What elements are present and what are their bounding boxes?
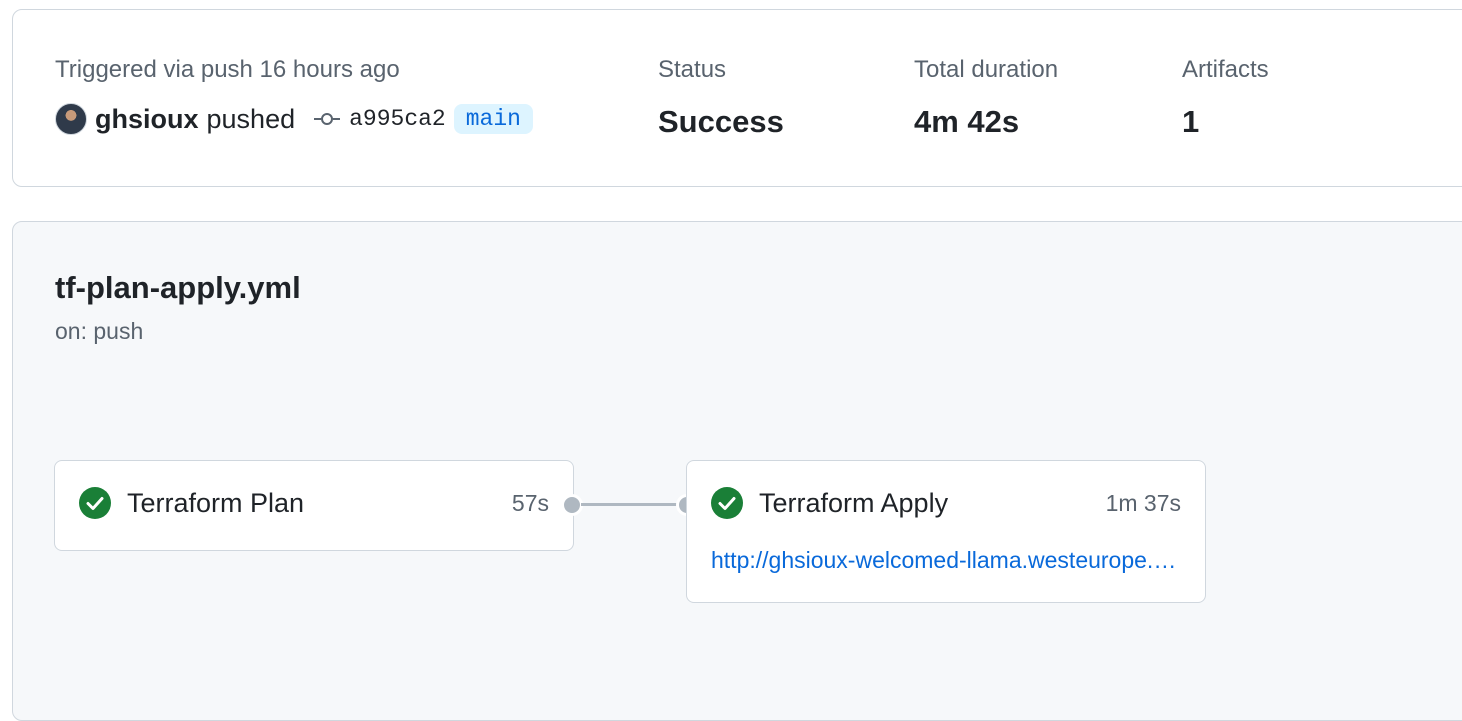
workflow-graph: tf-plan-apply.yml on: push Terraform Pla… [12,221,1462,721]
job-header: Terraform Apply 1m 37s [711,487,1181,519]
artifacts-label: Artifacts [1182,56,1269,83]
job-card-terraform-plan[interactable]: Terraform Plan 57s [54,460,574,551]
duration-value: 4m 42s [914,104,1020,139]
job-output-dot [561,494,583,516]
job-connector-line [581,503,691,506]
status-label: Status [658,56,727,83]
status-block: Status Success [658,56,784,140]
job-header: Terraform Plan 57s [79,487,549,519]
trigger-details: ghsioux pushed a995ca2 main [55,103,533,135]
environment-url-link[interactable]: http://ghsioux-welcomed-llama.westeurope… [711,547,1181,574]
check-circle-fill-icon [79,487,111,519]
workflow-trigger: on: push [55,318,144,344]
action-text: pushed [206,103,296,134]
artifacts-block: Artifacts 1 [1182,56,1269,140]
job-duration: 57s [511,489,549,516]
branch-badge[interactable]: main [453,104,533,134]
check-circle-fill-icon [711,487,743,519]
run-summary: Triggered via push 16 hours ago ghsioux … [12,9,1462,187]
commit-sha-link[interactable]: a995ca2 [349,106,446,132]
workflow-file-name[interactable]: tf-plan-apply.yml [55,270,301,306]
trigger-info: Triggered via push 16 hours ago [55,56,400,84]
avatar[interactable] [55,103,87,135]
actor-link[interactable]: ghsioux [95,104,199,135]
artifacts-count-link[interactable]: 1 [1182,104,1269,140]
status-value: Success [658,104,784,139]
job-card-terraform-apply[interactable]: Terraform Apply 1m 37s http://ghsioux-we… [686,460,1206,603]
job-duration: 1m 37s [1105,489,1181,516]
git-commit-icon [313,111,341,127]
job-name: Terraform Apply [759,487,949,518]
duration-block: Total duration 4m 42s [914,56,1058,140]
duration-label: Total duration [914,56,1059,83]
trigger-text: Triggered via push 16 hours ago [55,56,400,83]
job-name: Terraform Plan [127,487,305,518]
